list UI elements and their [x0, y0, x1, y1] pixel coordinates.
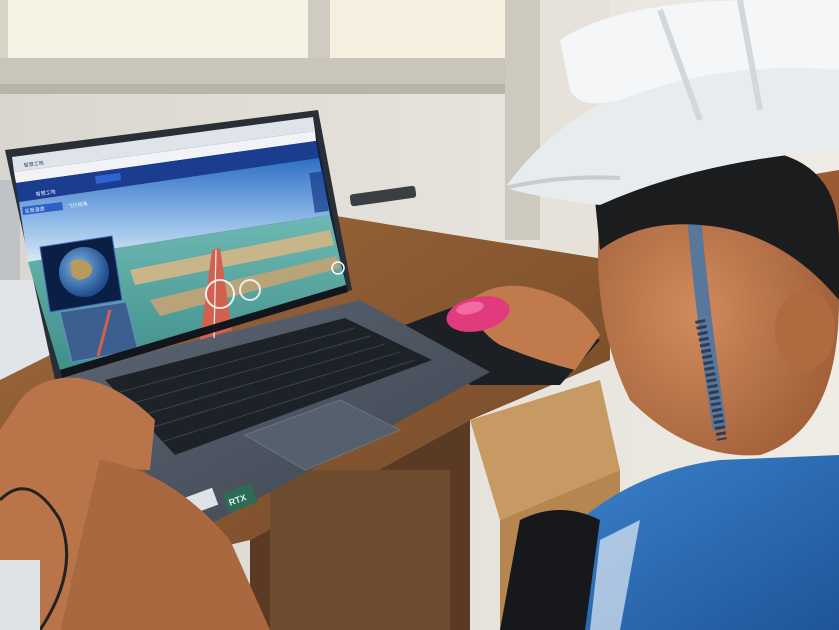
photo-scene: RTX 智慧工地 智慧工地 实景漫游 飞行视角	[0, 0, 839, 630]
window	[0, 0, 540, 94]
door-frame	[505, 0, 540, 240]
wooden-box	[270, 470, 450, 630]
phone-device	[0, 560, 40, 630]
worker-ear	[775, 290, 835, 370]
scene-illustration: RTX 智慧工地 智慧工地 实景漫游 飞行视角	[0, 0, 839, 630]
